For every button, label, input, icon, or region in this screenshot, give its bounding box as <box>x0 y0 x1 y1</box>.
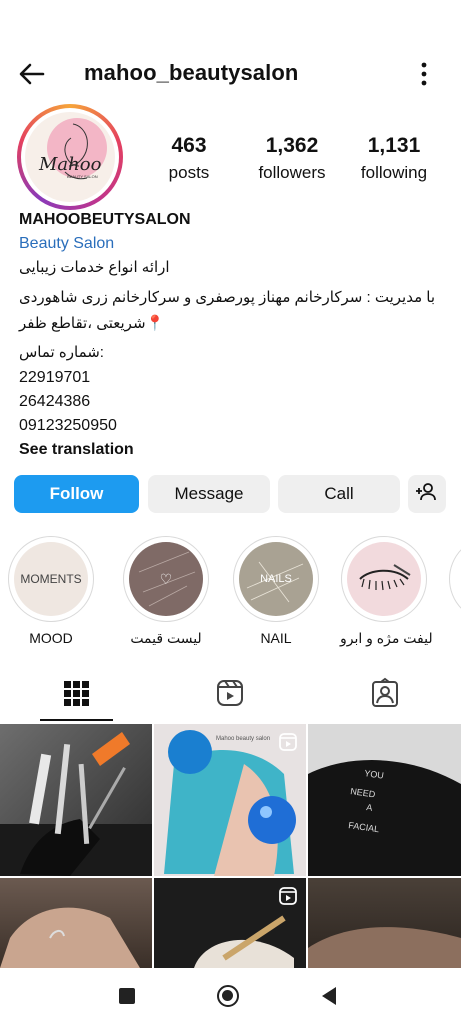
add-person-button[interactable] <box>408 475 446 513</box>
bio-phone[interactable]: 26424386 <box>19 392 90 412</box>
active-tab-indicator <box>40 719 113 721</box>
bio-phone[interactable]: 09123250950 <box>19 416 117 436</box>
top-bar: mahoo_beautysalon <box>0 48 461 98</box>
system-nav-bar <box>0 968 461 1024</box>
followers-count: 1,362 <box>265 134 319 157</box>
highlight-cover-text: MOMENTS <box>20 572 82 586</box>
stat-followers[interactable]: 1,362 followers <box>250 132 334 186</box>
reels-icon[interactable] <box>213 676 247 710</box>
highlight-cover: ♡ <box>129 542 203 616</box>
highlight-cover <box>347 542 421 616</box>
post-thumbnail[interactable] <box>154 878 306 968</box>
posts-count: 463 <box>171 134 207 157</box>
call-button[interactable]: Call <box>278 475 400 513</box>
back-nav-icon[interactable] <box>320 986 338 1011</box>
posts-label: posts <box>168 163 210 182</box>
highlight-label: MOOD <box>29 630 73 646</box>
bio-line: ارائه انواع خدمات زیبایی <box>19 259 170 276</box>
highlight-cover-text: NAILS <box>260 573 292 585</box>
avatar: Mahoo BEAUTY SALON <box>25 112 115 202</box>
svg-text:BEAUTY SALON: BEAUTY SALON <box>67 174 98 179</box>
bio-line: :شماره تماس <box>19 344 104 361</box>
eyelash-icon <box>359 564 411 591</box>
post-thumbnail[interactable] <box>308 878 461 968</box>
post-thumbnail[interactable]: Mahoo beauty salon <box>154 724 306 876</box>
reel-badge-icon <box>278 886 298 906</box>
bio-line: با مدیریت : سرکارخانم مهناز پورصفری و سر… <box>19 289 436 306</box>
post-thumbnail[interactable] <box>0 878 152 968</box>
see-translation-link[interactable]: See translation <box>19 440 134 460</box>
add-person-icon <box>416 481 438 508</box>
bio-line: 📍شریعتی ،تقاطع ظفر <box>19 315 165 332</box>
highlight-nail[interactable]: NAILS NAIL <box>232 536 320 646</box>
recents-icon[interactable] <box>119 988 135 1004</box>
following-count: 1,131 <box>367 134 421 157</box>
tagged-icon[interactable] <box>368 676 402 710</box>
home-icon[interactable] <box>217 985 239 1007</box>
reel-badge-icon <box>278 732 298 752</box>
more-vertical-icon[interactable] <box>412 60 436 88</box>
highlight-label: لیست قیمت <box>130 630 202 646</box>
profile-tabs <box>0 670 461 722</box>
highlight-price-list[interactable]: ♡ لیست قیمت <box>122 536 210 647</box>
heart-icon: ♡ <box>159 570 173 587</box>
highlight-mood[interactable]: MOMENTS MOOD <box>7 536 95 646</box>
message-button[interactable]: Message <box>148 475 270 513</box>
follow-button[interactable]: Follow <box>14 475 139 513</box>
bio-phone[interactable]: 22919701 <box>19 368 90 388</box>
story-ring[interactable]: Mahoo BEAUTY SALON <box>17 104 123 210</box>
arrow-left-icon[interactable] <box>16 58 48 90</box>
highlight-label: لیفت مژه و ابرو <box>340 630 433 646</box>
stat-posts[interactable]: 463 posts <box>158 132 220 186</box>
profile-category[interactable]: Beauty Salon <box>19 234 114 254</box>
post-thumbnail[interactable]: YOU NEED A FACIAL <box>308 724 461 876</box>
svg-text:Mahoo: Mahoo <box>38 154 102 175</box>
highlight-cover: NAILS <box>239 542 313 616</box>
highlight-label: NAIL <box>260 630 292 646</box>
grid-icon[interactable] <box>59 676 93 710</box>
profile-name: MAHOOBEUTYSALON <box>19 211 191 228</box>
highlight-lash-lift[interactable]: لیفت مژه و ابرو <box>340 536 433 647</box>
following-label: following <box>360 163 428 182</box>
highlight-more[interactable] <box>448 536 461 622</box>
highlight-cover: MOMENTS <box>14 542 88 616</box>
stat-following[interactable]: 1,131 following <box>354 132 434 186</box>
post-thumbnail[interactable] <box>0 724 152 876</box>
followers-label: followers <box>258 163 326 182</box>
profile-username: mahoo_beautysalon <box>84 60 299 85</box>
svg-text:Mahoo beauty salon: Mahoo beauty salon <box>216 736 270 742</box>
